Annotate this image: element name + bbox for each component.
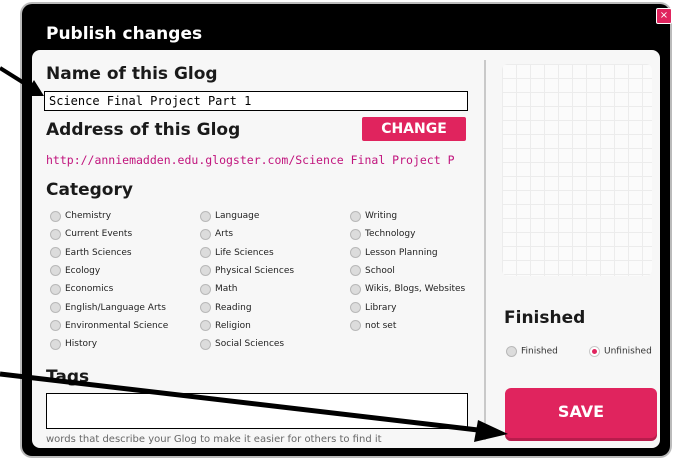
category-radio[interactable] (50, 247, 61, 259)
tags-heading: Tags (46, 367, 90, 387)
category-radio[interactable] (200, 265, 211, 277)
category-label: Wikis, Blogs, Websites (365, 284, 466, 295)
publish-sidebar: Finished Finished Unfinished SAVE (488, 50, 660, 448)
category-label: Arts (215, 229, 234, 240)
category-option[interactable]: Ecology (50, 264, 100, 280)
dialog-title-bar: Publish changes (22, 4, 670, 48)
category-option[interactable]: Arts (200, 227, 233, 243)
category-radio[interactable] (350, 283, 361, 295)
category-radio[interactable] (350, 320, 361, 332)
unfinished-radio[interactable] (589, 346, 600, 357)
dialog-content: Name of this Glog Science Final Project … (32, 50, 660, 448)
category-radio[interactable] (50, 283, 61, 295)
category-option[interactable]: Math (200, 282, 238, 298)
category-radio[interactable] (350, 210, 361, 222)
close-button[interactable]: × (656, 8, 672, 24)
category-option[interactable]: Lesson Planning (350, 246, 438, 262)
category-label: Technology (365, 229, 416, 240)
name-heading: Name of this Glog (46, 64, 218, 84)
category-radio[interactable] (50, 320, 61, 332)
category-label: Language (215, 211, 260, 221)
publish-dialog: Publish changes × Name of this Glog Scie… (22, 4, 672, 456)
category-radio[interactable] (350, 265, 361, 277)
category-option[interactable]: Library (350, 301, 396, 317)
category-radio[interactable] (50, 338, 61, 350)
category-option[interactable]: History (50, 337, 97, 353)
category-option[interactable]: Economics (50, 282, 113, 298)
category-radio[interactable] (50, 210, 61, 222)
category-label: Economics (65, 284, 114, 295)
glog-url: http://anniemadden.edu.glogster.com/Scie… (46, 153, 455, 167)
category-radio[interactable] (350, 228, 361, 240)
category-label: Reading (215, 302, 252, 313)
change-address-button[interactable]: CHANGE (362, 117, 466, 141)
category-heading: Category (46, 180, 133, 200)
category-option[interactable]: Chemistry (50, 209, 111, 225)
category-radio[interactable] (200, 228, 211, 240)
category-label: Chemistry (65, 211, 112, 221)
category-label: Life Sciences (215, 247, 274, 258)
category-option[interactable]: Current Events (50, 227, 132, 243)
category-radio[interactable] (50, 228, 61, 240)
category-label: English/Language Arts (65, 302, 166, 313)
category-label: Current Events (65, 229, 133, 240)
category-label: Environmental Science (65, 320, 169, 331)
column-divider (484, 60, 486, 440)
category-option[interactable]: English/Language Arts (50, 301, 166, 317)
category-option[interactable]: Social Sciences (200, 337, 284, 353)
category-label: Math (215, 284, 238, 295)
category-label: School (365, 265, 395, 276)
category-radio[interactable] (200, 210, 211, 222)
category-label: Social Sciences (215, 339, 285, 350)
category-option[interactable]: not set (350, 319, 396, 335)
category-option[interactable]: Writing (350, 209, 397, 225)
category-label: Ecology (65, 265, 101, 276)
category-option[interactable]: School (350, 264, 395, 280)
tags-input[interactable] (46, 393, 468, 429)
finished-heading: Finished (504, 308, 586, 328)
address-heading: Address of this Glog (46, 120, 241, 140)
glog-preview-thumbnail (502, 64, 652, 276)
category-label: Religion (215, 320, 251, 331)
category-radio[interactable] (50, 302, 61, 313)
category-label: Library (365, 302, 397, 313)
category-option[interactable]: Life Sciences (200, 246, 274, 262)
unfinished-label: Unfinished (604, 346, 652, 357)
category-option[interactable]: Religion (200, 319, 251, 335)
category-radio[interactable] (200, 283, 211, 295)
category-label: History (65, 339, 98, 350)
dialog-title: Publish changes (46, 24, 203, 44)
unfinished-option[interactable]: Unfinished (589, 346, 652, 357)
category-option[interactable]: Physical Sciences (200, 264, 294, 280)
category-radio[interactable] (200, 302, 211, 313)
category-label: Lesson Planning (365, 247, 438, 258)
finished-option[interactable]: Finished (506, 346, 558, 357)
form-column: Name of this Glog Science Final Project … (32, 50, 484, 448)
finished-radio[interactable] (506, 346, 517, 357)
category-radio[interactable] (50, 265, 61, 277)
glog-name-input[interactable]: Science Final Project Part 1 (44, 91, 468, 111)
category-option[interactable]: Wikis, Blogs, Websites (350, 282, 465, 298)
category-label: Writing (365, 211, 398, 221)
category-option[interactable]: Environmental Science (50, 319, 168, 335)
category-radio[interactable] (200, 320, 211, 332)
category-label: Earth Sciences (65, 247, 132, 258)
category-option[interactable]: Reading (200, 301, 252, 317)
category-option[interactable]: Language (200, 209, 259, 225)
category-label: Physical Sciences (215, 265, 295, 276)
tags-hint: words that describe your Glog to make it… (46, 434, 382, 445)
finished-label: Finished (521, 346, 558, 357)
category-label: not set (365, 320, 397, 331)
category-radio[interactable] (200, 338, 211, 350)
category-radio[interactable] (350, 247, 361, 259)
category-radio[interactable] (200, 247, 211, 259)
category-option[interactable]: Earth Sciences (50, 246, 132, 262)
category-option[interactable]: Technology (350, 227, 415, 243)
save-button[interactable]: SAVE (505, 388, 657, 438)
category-radio[interactable] (350, 302, 361, 313)
